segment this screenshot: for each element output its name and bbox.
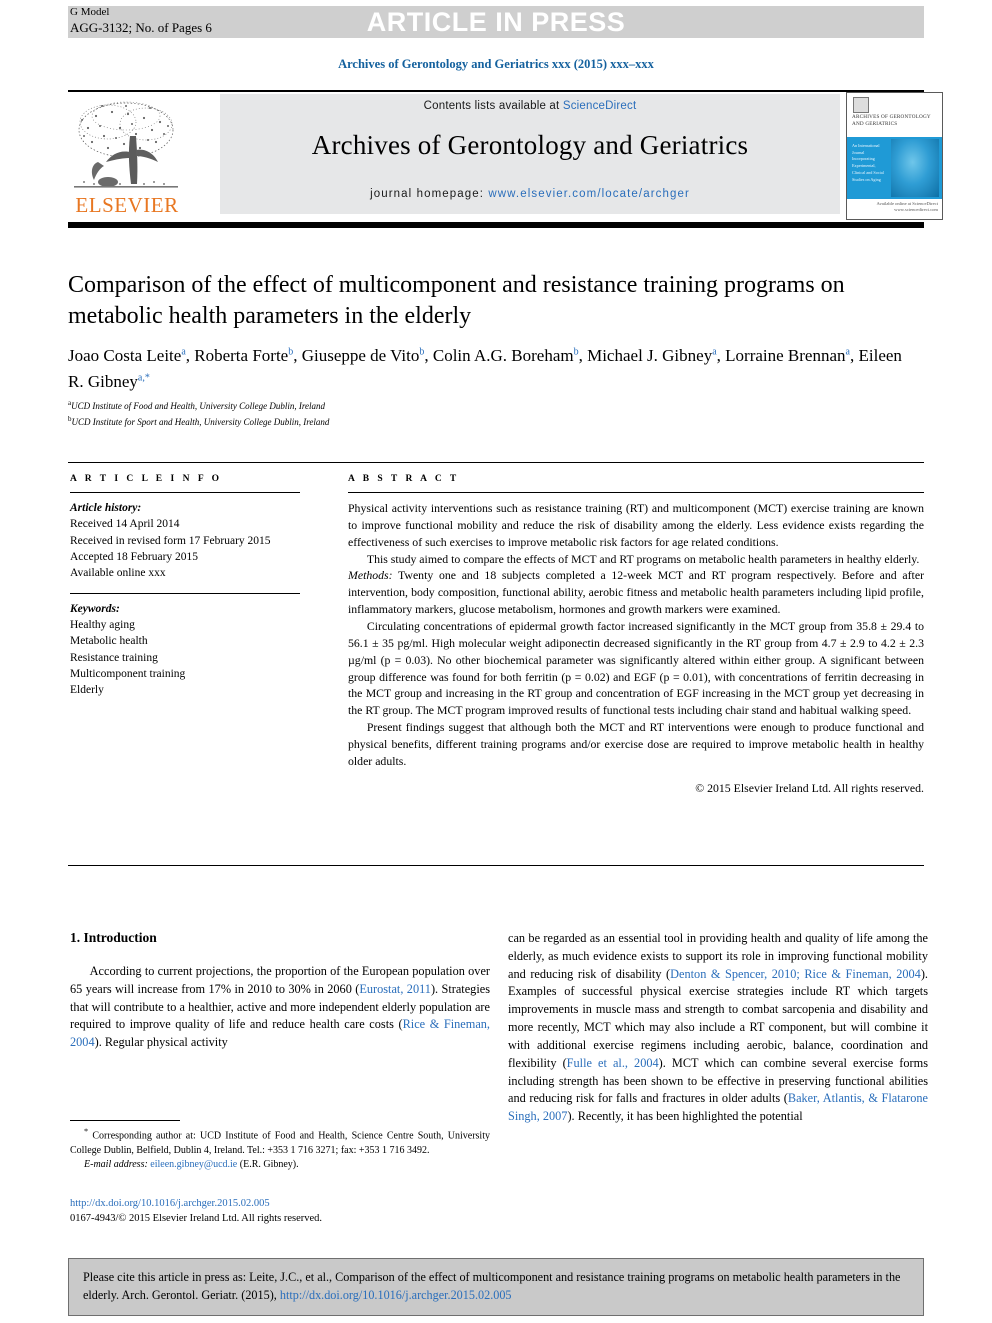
cover-footer-text: Available online at ScienceDirect www.sc… [876,201,938,212]
article-history-label: Article history: [70,502,142,514]
abstract-divider [348,492,924,493]
abstract-paragraph: This study aimed to compare the effects … [366,551,920,566]
manuscript-id: AGG-3132; No. of Pages 6 [70,19,212,35]
footnote-block: * Corresponding author at: UCD Institute… [70,1126,490,1172]
citation-link[interactable]: Denton & Spencer, 2010; Rice & Fineman, … [670,967,921,981]
doi-link[interactable]: http://dx.doi.org/10.1016/j.archger.2015… [70,1196,530,1211]
footnote-rule [70,1120,180,1121]
running-head: Archives of Gerontology and Geriatrics x… [338,57,654,71]
g-model-block: G Model AGG-3132; No. of Pages 6 [70,6,212,36]
keywords-block: Keywords: Healthy aging Metabolic health… [70,601,300,699]
intro-left-text: According to current projections, the pr… [70,963,490,1052]
article-page: ARTICLE IN PRESS G Model AGG-3132; No. o… [0,0,992,1323]
methods-label: Methods: [348,568,393,583]
journal-homepage-line: journal homepage: www.elsevier.com/locat… [220,188,840,200]
affiliation-a: aUCD Institute of Food and Health, Unive… [68,399,325,411]
authors-inline: Joao Costa Leitea, Roberta Forteb, Giuse… [68,346,902,391]
journal-title: Archives of Gerontology and Geriatrics [311,130,749,160]
intro-paragraph: According to current projections, the pr… [70,964,490,1050]
email-link[interactable]: eileen.gibney@ucd.ie [150,1159,237,1170]
contents-prefix: Contents lists available at [423,100,563,112]
homepage-url-link[interactable]: www.elsevier.com/locate/archger [488,188,690,200]
article-info-column: A R T I C L E I N F O Article history: R… [70,474,300,699]
author-list: Joao Costa Leitea, Roberta Forteb, Giuse… [68,343,918,394]
cover-subtitle-text: An International Journal Incorporating E… [852,143,884,182]
cite-this-article-box: Please cite this article in press as: Le… [68,1258,924,1316]
abstract-column: A B S T R A C T Physical activity interv… [348,474,924,797]
intro-right-text: can be regarded as an essential tool in … [508,930,928,1126]
cite-doi-link[interactable]: http://dx.doi.org/10.1016/j.archger.2015… [280,1288,512,1302]
corresponding-author-note: * Corresponding author at: UCD Institute… [70,1127,490,1156]
elsevier-wordmark: ELSEVIER [75,193,178,217]
cover-footer-area: Available online at ScienceDirect www.sc… [847,199,942,218]
info-abstract-rule-top [68,462,924,463]
email-note: E-mail address: eileen.gibney@ucd.ie (E.… [84,1158,299,1170]
citation-link[interactable]: Eurostat, 2011 [359,982,431,996]
abstract-paragraph: Circulating concentrations of epidermal … [348,619,924,718]
homepage-prefix: journal homepage: [370,188,489,200]
issn-copyright: 0167-4943/© 2015 Elsevier Ireland Ltd. A… [70,1213,323,1225]
sciencedirect-link[interactable]: ScienceDirect [563,100,637,112]
article-history-block: Article history: Received 14 April 2014 … [70,500,300,582]
email-label: E-mail address: [84,1158,148,1170]
cover-emblem-icon [853,97,869,113]
keyword-item: Multicomponent training [70,667,186,680]
cover-portrait-image [891,139,939,197]
doi-block: http://dx.doi.org/10.1016/j.archger.2015… [70,1196,530,1226]
page-title: Comparison of the effect of multicompone… [68,272,845,329]
elsevier-tree-icon: ELSEVIER [74,101,178,217]
abstract-methods-paragraph: Methods: Twenty one and 18 subjects comp… [348,567,924,618]
intro-right-column: can be regarded as an essential tool in … [508,930,928,1126]
keywords-label: Keywords: [70,602,120,615]
abstract-body: Physical activity interventions such as … [348,500,924,797]
article-info-heading: A R T I C L E I N F O [70,474,223,484]
section-heading-introduction: 1. Introduction [70,930,157,945]
journal-cover-thumbnail: ARCHIVES OF GERONTOLOGY AND GERIATRICS A… [846,92,943,220]
masthead: ELSEVIER Contents lists available at Sci… [68,92,943,220]
affiliations: aUCD Institute of Food and Health, Unive… [68,398,668,430]
intro-left-column: 1. Introduction According to current pro… [70,930,490,1052]
elsevier-logo: ELSEVIER [68,92,186,218]
cite-text: Please cite this article in press as: Le… [83,1270,901,1303]
abstract-heading: A B S T R A C T [348,474,460,484]
methods-text: Twenty one and 18 subjects completed a 1… [348,568,924,617]
keyword-item: Resistance training [70,651,158,664]
citation-link[interactable]: Fulle et al., 2004 [567,1056,659,1070]
g-model-label: G Model [70,6,110,18]
cover-image-area: An International Journal Incorporating E… [847,137,942,199]
intro-paragraph: can be regarded as an essential tool in … [508,931,928,1124]
history-item: Received in revised form 17 February 201… [70,534,271,547]
history-item: Accepted 18 February 2015 [70,550,199,563]
history-item: Available online xxx [70,567,166,580]
contents-lists-line: Contents lists available at ScienceDirec… [220,100,840,112]
info-abstract-rule-bottom [68,865,924,866]
affiliation-b: bUCD Institute for Sport and Health, Uni… [68,414,330,427]
cover-title-text: ARCHIVES OF GERONTOLOGY AND GERIATRICS [852,114,931,128]
article-info-divider [70,492,300,493]
keywords-divider [70,592,300,594]
masthead-rule-bottom [68,222,924,228]
abstract-copyright: © 2015 Elsevier Ireland Ltd. All rights … [695,780,924,795]
abstract-paragraph: Present findings suggest that although b… [348,720,924,768]
history-item: Received 14 April 2014 [70,518,180,531]
keyword-item: Healthy aging [70,618,135,631]
keyword-item: Metabolic health [70,635,148,648]
keyword-item: Elderly [70,684,104,697]
abstract-paragraph: Physical activity interventions such as … [348,501,924,549]
